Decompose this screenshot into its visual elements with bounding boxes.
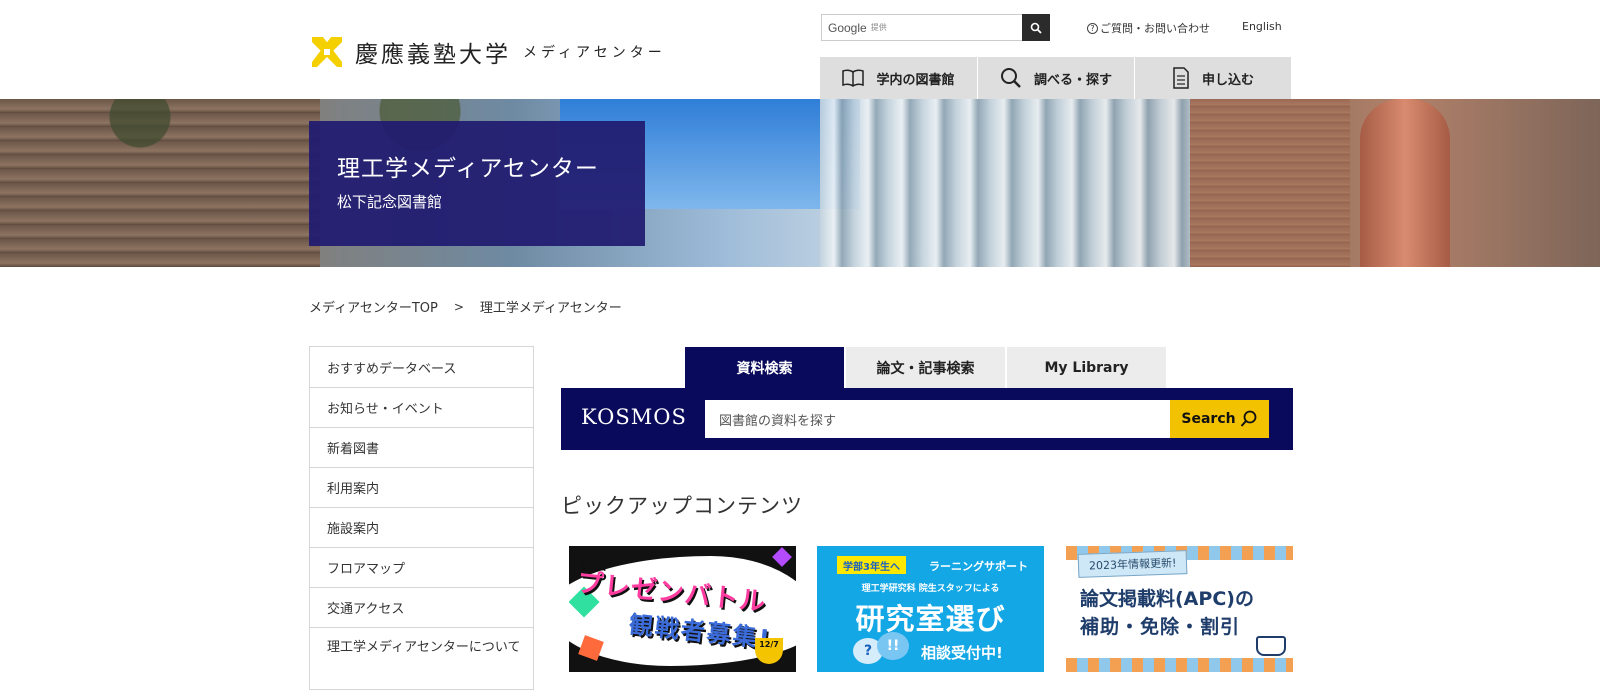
sidebar-item-new-books[interactable]: 新着図書	[310, 427, 533, 467]
banner3-line2: 補助・免除・割引	[1080, 616, 1241, 638]
pen-logo-icon	[312, 37, 342, 67]
inquiry-link[interactable]: ? ご質問・お問い合わせ	[1087, 20, 1210, 36]
banner-lab-selection[interactable]: 学部3年生へ ラーニングサポート 理工学研究科 院生スタッフによる 研究室選び …	[817, 546, 1044, 672]
open-book-icon	[1256, 636, 1286, 656]
nav-search-label: 調べる・探す	[1033, 72, 1112, 88]
tab-material-search[interactable]: 資料検索	[685, 347, 844, 388]
kosmos-search-button[interactable]: Search	[1170, 400, 1269, 438]
breadcrumb-home[interactable]: メディアセンターTOP	[309, 297, 438, 316]
banner3-ribbon: 2023年情報更新!	[1077, 550, 1188, 578]
sidebar-menu: おすすめデータベース お知らせ・イベント 新着図書 利用案内 施設案内 フロアマ…	[309, 346, 534, 690]
hero-glass-tower	[820, 99, 1190, 267]
banner2-cta: 相談受付中!	[921, 644, 1003, 662]
search-tabs: 資料検索 論文・記事検索 My Library	[685, 347, 1168, 388]
document-icon	[1173, 67, 1189, 89]
banner2-tag-grade: 学部3年生へ	[837, 556, 906, 574]
kosmos-search-button-label: Search	[1181, 411, 1236, 427]
sidebar-item-guide[interactable]: 利用案内	[310, 467, 533, 507]
nav-libraries-label: 学内の図書館	[876, 72, 955, 88]
banner2-subtitle: 理工学研究科 院生スタッフによる	[861, 584, 1000, 594]
english-link[interactable]: English	[1242, 20, 1282, 33]
exclamation-bubble-icon: !!	[877, 632, 909, 660]
breadcrumb-separator: >	[453, 299, 464, 314]
kosmos-search-input[interactable]: 図書館の資料を探す	[705, 400, 1171, 438]
inquiry-label: ご質問・お問い合わせ	[1100, 22, 1210, 35]
purple-star-decoration-icon	[772, 547, 792, 567]
tab-my-library[interactable]: My Library	[1007, 347, 1166, 388]
breadcrumb-current: 理工学メディアセンター	[479, 301, 622, 316]
nav-search[interactable]: 調べる・探す	[977, 57, 1134, 99]
hero-title-box: 理工学メディアセンター 松下記念図書館	[309, 121, 645, 246]
pickup-section-title: ピックアップコンテンツ	[561, 494, 803, 518]
search-icon	[1030, 22, 1042, 34]
banner2-tag-support: ラーニングサポート	[929, 560, 1028, 573]
kosmos-logo: KOSMOS	[581, 405, 687, 429]
site-logo[interactable]: 慶應義塾大学 メディアセンター	[309, 34, 666, 70]
tab-article-search[interactable]: 論文・記事検索	[846, 347, 1005, 388]
breadcrumb: メディアセンターTOP > 理工学メディアセンター	[309, 297, 622, 317]
page-title: 理工学メディアセンター	[337, 156, 599, 182]
book-icon	[842, 69, 865, 87]
nav-libraries[interactable]: 学内の図書館	[820, 57, 977, 99]
sidebar-item-about[interactable]: 理工学メディアセンターについて	[310, 627, 533, 689]
global-nav: 学内の図書館 調べる・探す 申し込む	[820, 57, 1291, 99]
logo-subtitle: メディアセンター	[523, 45, 666, 61]
nav-apply[interactable]: 申し込む	[1134, 57, 1291, 99]
trophy-icon: 12/7	[755, 638, 783, 664]
sidebar-item-databases[interactable]: おすすめデータベース	[310, 347, 533, 387]
banner-apc-support[interactable]: 2023年情報更新! 論文掲載料(APC)の 補助・免除・割引	[1066, 546, 1293, 672]
search-icon	[1000, 68, 1021, 88]
google-provided-label: 提供	[870, 23, 887, 32]
sidebar-item-access[interactable]: 交通アクセス	[310, 587, 533, 627]
banner-presentation-battle[interactable]: 第3回 プレゼンバトル 観戦者募集! 12/7	[569, 546, 796, 672]
nav-apply-label: 申し込む	[1201, 72, 1254, 88]
search-icon	[1240, 410, 1256, 427]
logo-name: 慶應義塾大学	[355, 42, 511, 68]
google-brand: Google	[828, 20, 867, 35]
hero-brick-building	[1190, 99, 1350, 267]
english-label: English	[1242, 20, 1282, 33]
sidebar-item-facilities[interactable]: 施設案内	[310, 507, 533, 547]
question-icon: ?	[1087, 22, 1098, 34]
site-header: 慶應義塾大学 メディアセンター Google 提供 ? ご質問・お問い合わせ E…	[0, 0, 1600, 99]
banner3-line1: 論文掲載料(APC)の	[1080, 588, 1254, 610]
google-search-box[interactable]: Google 提供	[821, 14, 1050, 41]
google-search-button[interactable]	[1022, 14, 1050, 41]
hero-banner: 理工学メディアセンター 松下記念図書館	[0, 99, 1600, 267]
sidebar-item-news[interactable]: お知らせ・イベント	[310, 387, 533, 427]
banner1-date: 12/7	[759, 640, 779, 649]
page-subtitle: 松下記念図書館	[337, 193, 443, 211]
kosmos-search-bar: KOSMOS 図書館の資料を探す Search	[561, 388, 1293, 450]
banner2-main: 研究室選び	[855, 602, 1006, 636]
hero-pillar	[1360, 99, 1450, 267]
sidebar-item-floor-map[interactable]: フロアマップ	[310, 547, 533, 587]
